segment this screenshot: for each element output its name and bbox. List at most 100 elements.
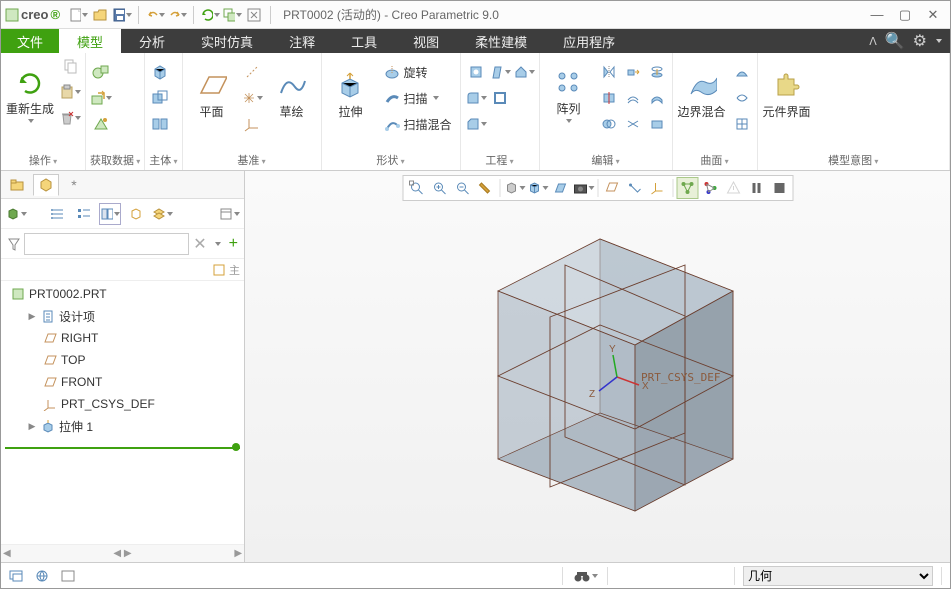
display-style-button[interactable] (503, 177, 525, 199)
tree-tab-favorites[interactable]: * (61, 174, 87, 196)
group-label-getdata[interactable]: 获取数据 (90, 150, 140, 170)
tree-layers-button[interactable] (151, 203, 173, 225)
tree-root-node[interactable]: PRT0002.PRT (1, 283, 244, 305)
close-window-button[interactable] (244, 5, 264, 25)
csys-button[interactable] (241, 113, 263, 135)
sweep-button[interactable]: 扫描 (380, 87, 456, 109)
plane-button[interactable]: 平面 (187, 55, 237, 131)
pause-button[interactable] (745, 177, 767, 199)
copy-geom-button[interactable] (90, 87, 112, 109)
body-new-button[interactable] (149, 61, 171, 83)
warnings-button[interactable] (722, 177, 744, 199)
group-label-shape[interactable]: 形状 (326, 150, 456, 170)
expander-icon[interactable]: ▶ (27, 421, 37, 432)
copy-button[interactable] (59, 55, 81, 77)
maximize-button[interactable]: ▢ (892, 5, 918, 25)
fill-button[interactable] (731, 61, 753, 83)
tab-model[interactable]: 模型 (59, 29, 121, 53)
new-file-button[interactable] (68, 5, 88, 25)
intersect-button[interactable] (622, 113, 644, 135)
tree-node-top[interactable]: TOP (1, 349, 244, 371)
point-button[interactable] (241, 87, 263, 109)
tree-node-extrude1[interactable]: ▶ 拉伸 1 (1, 415, 244, 437)
sketch-button[interactable]: 草绘 (267, 55, 317, 131)
sb-box-button[interactable] (57, 566, 79, 586)
group-label-intent[interactable]: 模型意图 (762, 150, 945, 170)
redo-button[interactable] (167, 5, 187, 25)
windows-button[interactable] (222, 5, 242, 25)
body-bool-button[interactable] (149, 87, 171, 109)
insert-here-marker[interactable] (5, 441, 240, 453)
group-label-eng[interactable]: 工程 (465, 150, 535, 170)
tree-tab-folder[interactable] (5, 174, 31, 196)
tree-display-button[interactable] (5, 203, 27, 225)
zoom-in-button[interactable] (428, 177, 450, 199)
tree-dense-button[interactable] (73, 203, 95, 225)
save-button[interactable] (112, 5, 132, 25)
rib-button[interactable] (513, 61, 535, 83)
repaint-button[interactable] (474, 177, 496, 199)
open-file-button[interactable] (90, 5, 110, 25)
user-def-feature-button[interactable] (90, 61, 112, 83)
tree-node-design-items[interactable]: ▶ 设计项 (1, 305, 244, 327)
search-commands-icon[interactable]: 🔍 (885, 31, 905, 51)
group-label-surface[interactable]: 曲面 (677, 150, 753, 170)
shell-button[interactable] (489, 87, 511, 109)
extend-button[interactable] (622, 61, 644, 83)
model-display-button[interactable] (676, 177, 698, 199)
paste-button[interactable] (59, 81, 81, 103)
round-button[interactable] (465, 87, 487, 109)
hole-button[interactable] (465, 61, 487, 83)
sb-web-button[interactable] (31, 566, 53, 586)
mirror-button[interactable] (598, 61, 620, 83)
tab-view[interactable]: 视图 (395, 29, 457, 53)
swept-blend-button[interactable]: 扫描混合 (380, 113, 456, 135)
regenerate-button[interactable]: 重新生成 (5, 55, 55, 131)
tree-hscroll[interactable]: ◀◀ ▶▶ (1, 544, 244, 562)
revolve-button[interactable]: 旋转 (380, 61, 456, 83)
group-label-edit[interactable]: 编辑 (544, 150, 668, 170)
thicken-button[interactable] (646, 87, 668, 109)
tab-apps[interactable]: 应用程序 (545, 29, 633, 53)
tab-tools[interactable]: 工具 (333, 29, 395, 53)
zoom-out-button[interactable] (451, 177, 473, 199)
freestyle-button[interactable] (731, 113, 753, 135)
settings-gear-icon[interactable]: ⚙ (913, 31, 927, 51)
tree-box-button[interactable] (125, 203, 147, 225)
spin-center-button[interactable] (647, 177, 669, 199)
shrinkwrap-button[interactable] (90, 113, 112, 135)
group-label-ops[interactable]: 操作 (5, 150, 81, 170)
project-button[interactable] (646, 61, 668, 83)
ribbon-right-controls[interactable]: ᐱ 🔍 ⚙ (869, 29, 950, 53)
chamfer-button[interactable] (465, 113, 487, 135)
tab-analysis[interactable]: 分析 (121, 29, 183, 53)
extrude-button[interactable]: 拉伸 (326, 55, 376, 131)
collapse-ribbon-icon[interactable]: ᐱ (869, 35, 877, 48)
tree-settings-button[interactable] (218, 203, 240, 225)
pattern-button[interactable]: 阵列 (544, 55, 594, 131)
saved-views-button[interactable] (526, 177, 548, 199)
body-split-button[interactable] (149, 113, 171, 135)
selection-filter-select[interactable]: 几何 (743, 566, 933, 586)
named-views-button[interactable] (572, 177, 594, 199)
sb-msg-button[interactable] (5, 566, 27, 586)
paste-special-button[interactable] (59, 107, 81, 129)
component-ui-button[interactable]: 元件界面 (762, 55, 812, 131)
tab-live-sim[interactable]: 实时仿真 (183, 29, 271, 53)
axis-button[interactable] (241, 61, 263, 83)
clear-filter-button[interactable]: ✕ (193, 234, 206, 254)
tab-annotate[interactable]: 注释 (271, 29, 333, 53)
graph-button[interactable] (699, 177, 721, 199)
annotation-display-button[interactable] (624, 177, 646, 199)
regen-quick-button[interactable] (200, 5, 220, 25)
tree-expand-button[interactable] (47, 203, 69, 225)
offset-button[interactable] (622, 87, 644, 109)
sb-find-button[interactable] (571, 566, 599, 586)
refit-button[interactable] (405, 177, 427, 199)
tree-node-right[interactable]: RIGHT (1, 327, 244, 349)
close-button[interactable]: ✕ (920, 5, 946, 25)
tree-node-front[interactable]: FRONT (1, 371, 244, 393)
perspective-button[interactable] (549, 177, 571, 199)
draft-button[interactable] (489, 61, 511, 83)
boundary-blend-button[interactable]: 边界混合 (677, 55, 727, 131)
